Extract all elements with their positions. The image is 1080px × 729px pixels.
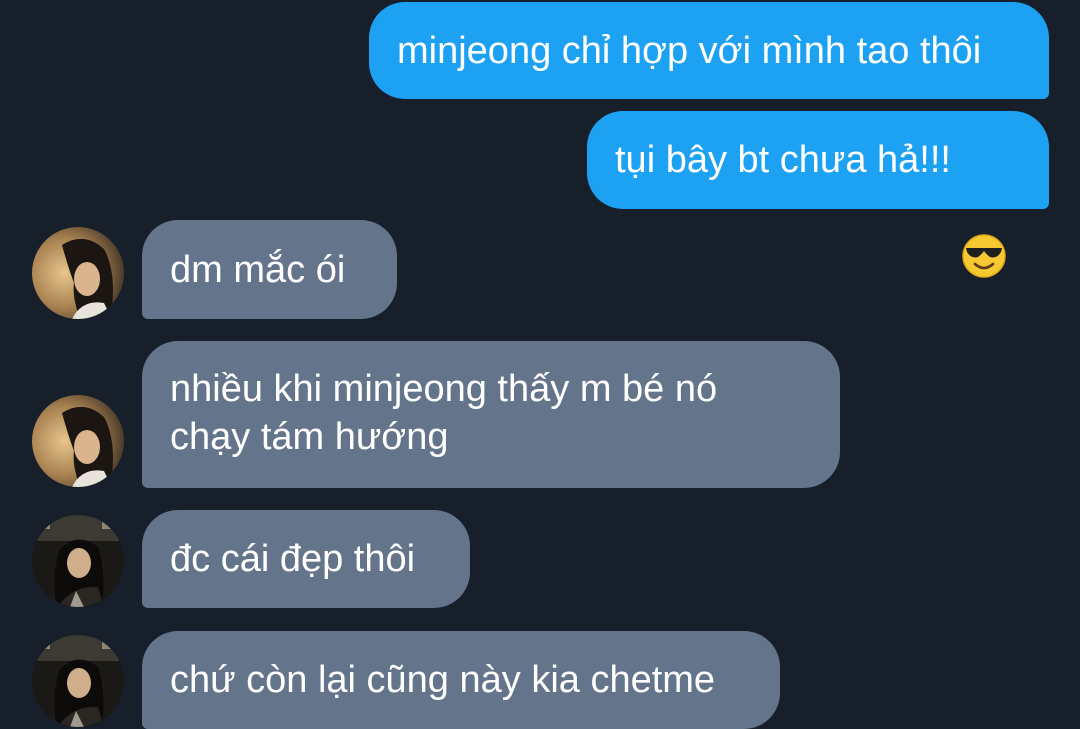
incoming-message[interactable]: đc cái đẹp thôi (142, 510, 470, 608)
incoming-message[interactable]: nhiều khi minjeong thấy m bé nó chạy tám… (142, 341, 840, 488)
message-text: minjeong chỉ hợp với mình tao thôi (397, 29, 982, 72)
chat-thread: minjeong chỉ hợp với mình tao thôi tụi b… (0, 0, 1080, 729)
avatar[interactable] (32, 515, 124, 607)
message-text: chứ còn lại cũng này kia chetme (170, 659, 716, 701)
outgoing-message[interactable]: tụi bây bt chưa hả!!! (587, 111, 1049, 278)
incoming-message[interactable]: chứ còn lại cũng này kia chetme (142, 631, 780, 729)
avatar[interactable] (32, 227, 124, 319)
smiling-face-with-sunglasses-icon (961, 137, 1007, 278)
message-text: dm mắc ói (170, 248, 346, 291)
message-text: đc cái đẹp thôi (170, 538, 416, 580)
avatar[interactable] (32, 635, 124, 727)
outgoing-message[interactable]: minjeong chỉ hợp với mình tao thôi (369, 2, 1049, 99)
message-text: tụi bây bt chưa hả!!! (615, 139, 951, 181)
avatar[interactable] (32, 395, 124, 487)
message-text: nhiều khi minjeong thấy m bé nó chạy tám… (170, 368, 718, 458)
incoming-message[interactable]: dm mắc ói (142, 220, 397, 319)
